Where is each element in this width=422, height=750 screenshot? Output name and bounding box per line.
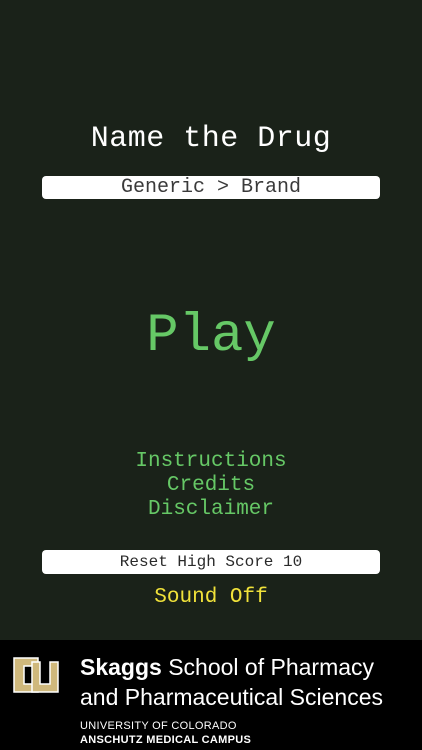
school-name-bold: Skaggs [80,654,162,680]
game-title: Name the Drug [90,122,332,156]
credits-link[interactable]: Credits [0,474,422,498]
instructions-link[interactable]: Instructions [0,450,422,474]
school-name-line2: and Pharmaceutical Sciences [80,684,383,710]
game-screen: Name the Drug Generic > Brand Play Instr… [0,0,422,640]
cu-logo-icon [9,649,61,701]
university-name: UNIVERSITY OF COLORADO [80,720,237,732]
school-name-line1: Skaggs School of Pharmacy [80,654,374,681]
sound-toggle-button[interactable]: Sound Off [0,586,422,609]
footer-banner: Skaggs School of Pharmacy and Pharmaceut… [0,640,422,750]
main-menu: Instructions Credits Disclaimer [0,450,422,522]
play-button[interactable]: Play [0,306,422,367]
mode-toggle-button[interactable]: Generic > Brand [42,176,380,199]
reset-high-score-button[interactable]: Reset High Score 10 [42,550,380,574]
school-name-rest: School of Pharmacy [161,654,375,680]
campus-name: ANSCHUTZ MEDICAL CAMPUS [80,734,252,746]
disclaimer-link[interactable]: Disclaimer [0,498,422,522]
